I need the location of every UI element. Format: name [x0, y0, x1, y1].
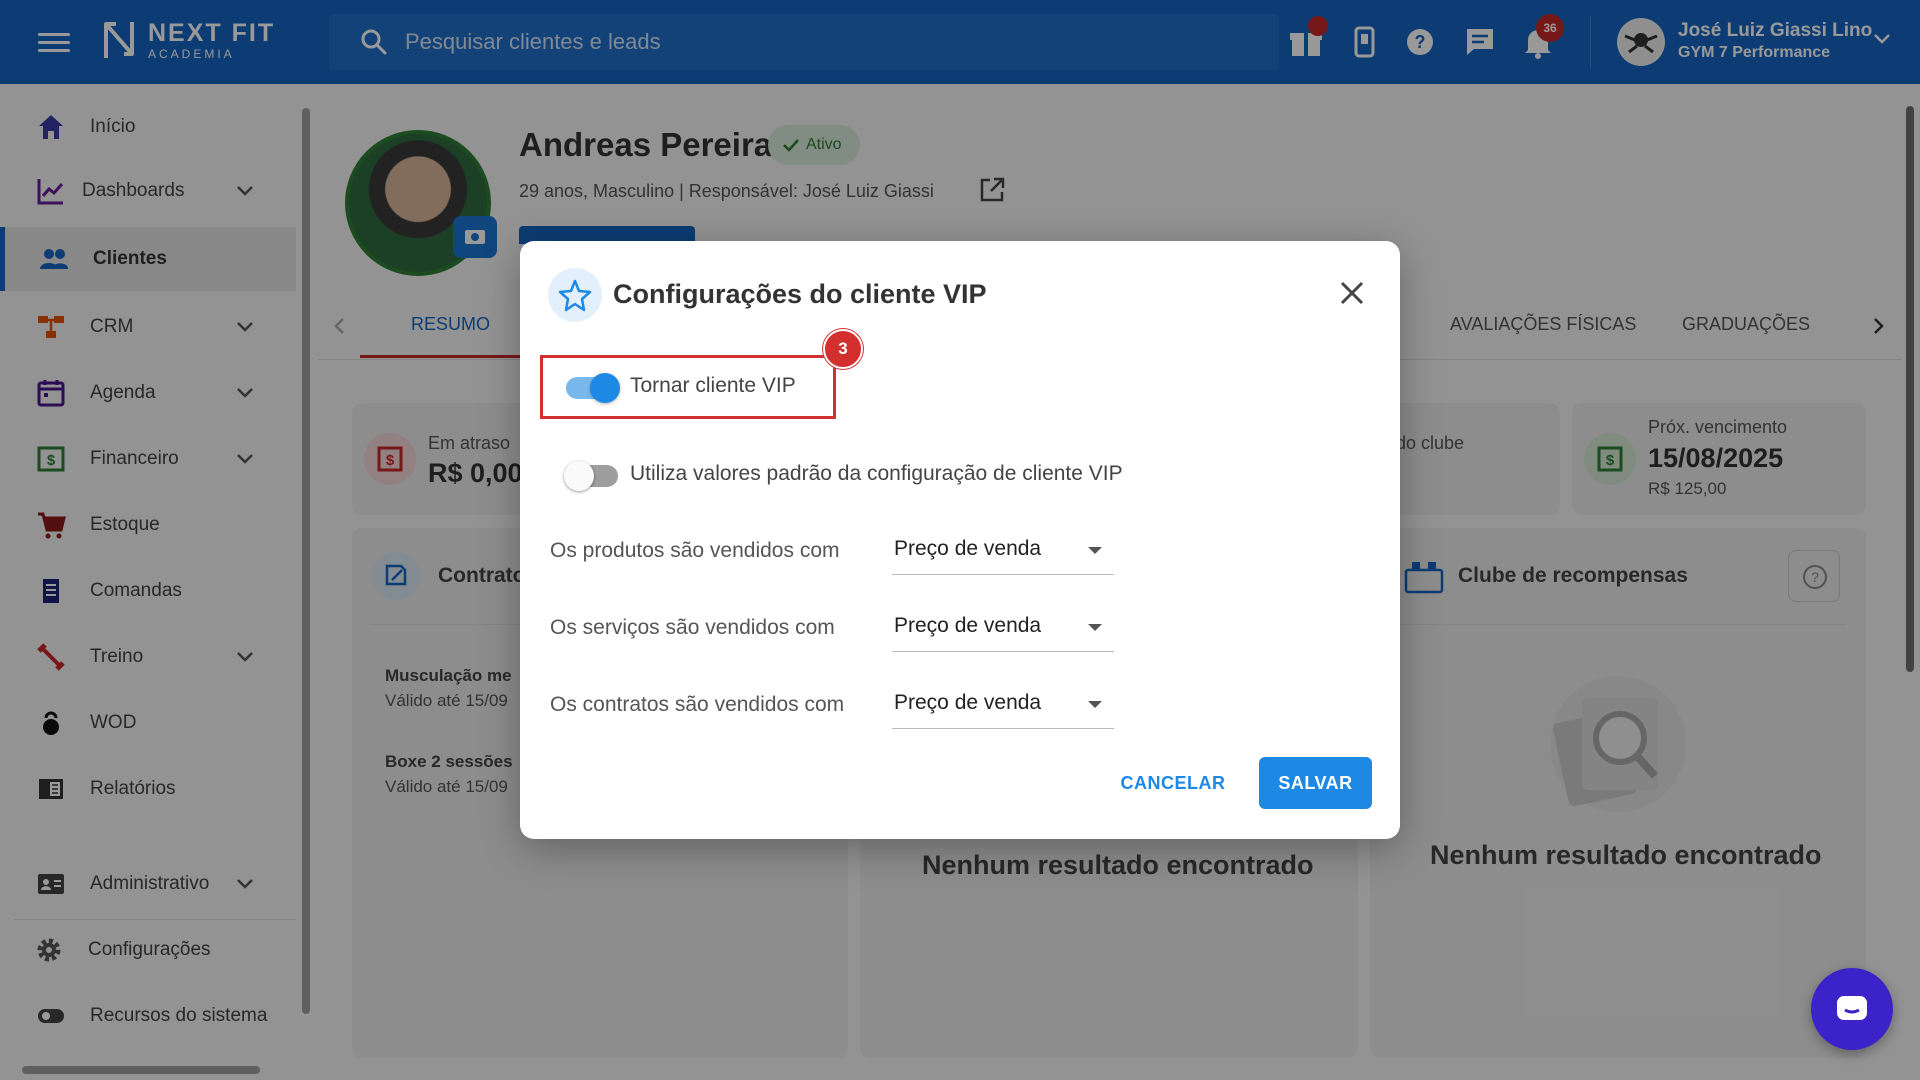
contracts-label: Os contratos são vendidos com [550, 693, 845, 716]
vip-settings-dialog: Configurações do cliente VIP 3 Tornar cl… [520, 241, 1400, 839]
vip-toggle-label: Tornar cliente VIP [630, 374, 796, 397]
close-icon[interactable] [1338, 279, 1366, 307]
default-values-toggle[interactable] [564, 461, 618, 491]
cancel-button[interactable]: CANCELAR [1098, 757, 1248, 809]
step-badge: 3 [823, 329, 863, 369]
star-icon-badge [548, 268, 602, 322]
save-button[interactable]: SALVAR [1259, 757, 1372, 809]
select-value: Preço de venda [894, 691, 1042, 714]
select-value: Preço de venda [894, 614, 1042, 637]
chat-support-button[interactable] [1811, 968, 1893, 1050]
caret-down-icon [1088, 547, 1102, 554]
chat-bubble-icon [1837, 996, 1867, 1020]
contracts-price-select[interactable]: Preço de venda [892, 681, 1114, 729]
products-label: Os produtos são vendidos com [550, 539, 840, 562]
dialog-title: Configurações do cliente VIP [613, 279, 987, 309]
vip-toggle[interactable] [566, 373, 620, 403]
caret-down-icon [1088, 624, 1102, 631]
services-price-select[interactable]: Preço de venda [892, 604, 1114, 652]
caret-down-icon [1088, 701, 1102, 708]
services-label: Os serviços são vendidos com [550, 616, 835, 639]
default-values-toggle-label: Utiliza valores padrão da configuração d… [630, 462, 1123, 485]
star-icon [558, 279, 592, 312]
select-value: Preço de venda [894, 537, 1042, 560]
products-price-select[interactable]: Preço de venda [892, 527, 1114, 575]
